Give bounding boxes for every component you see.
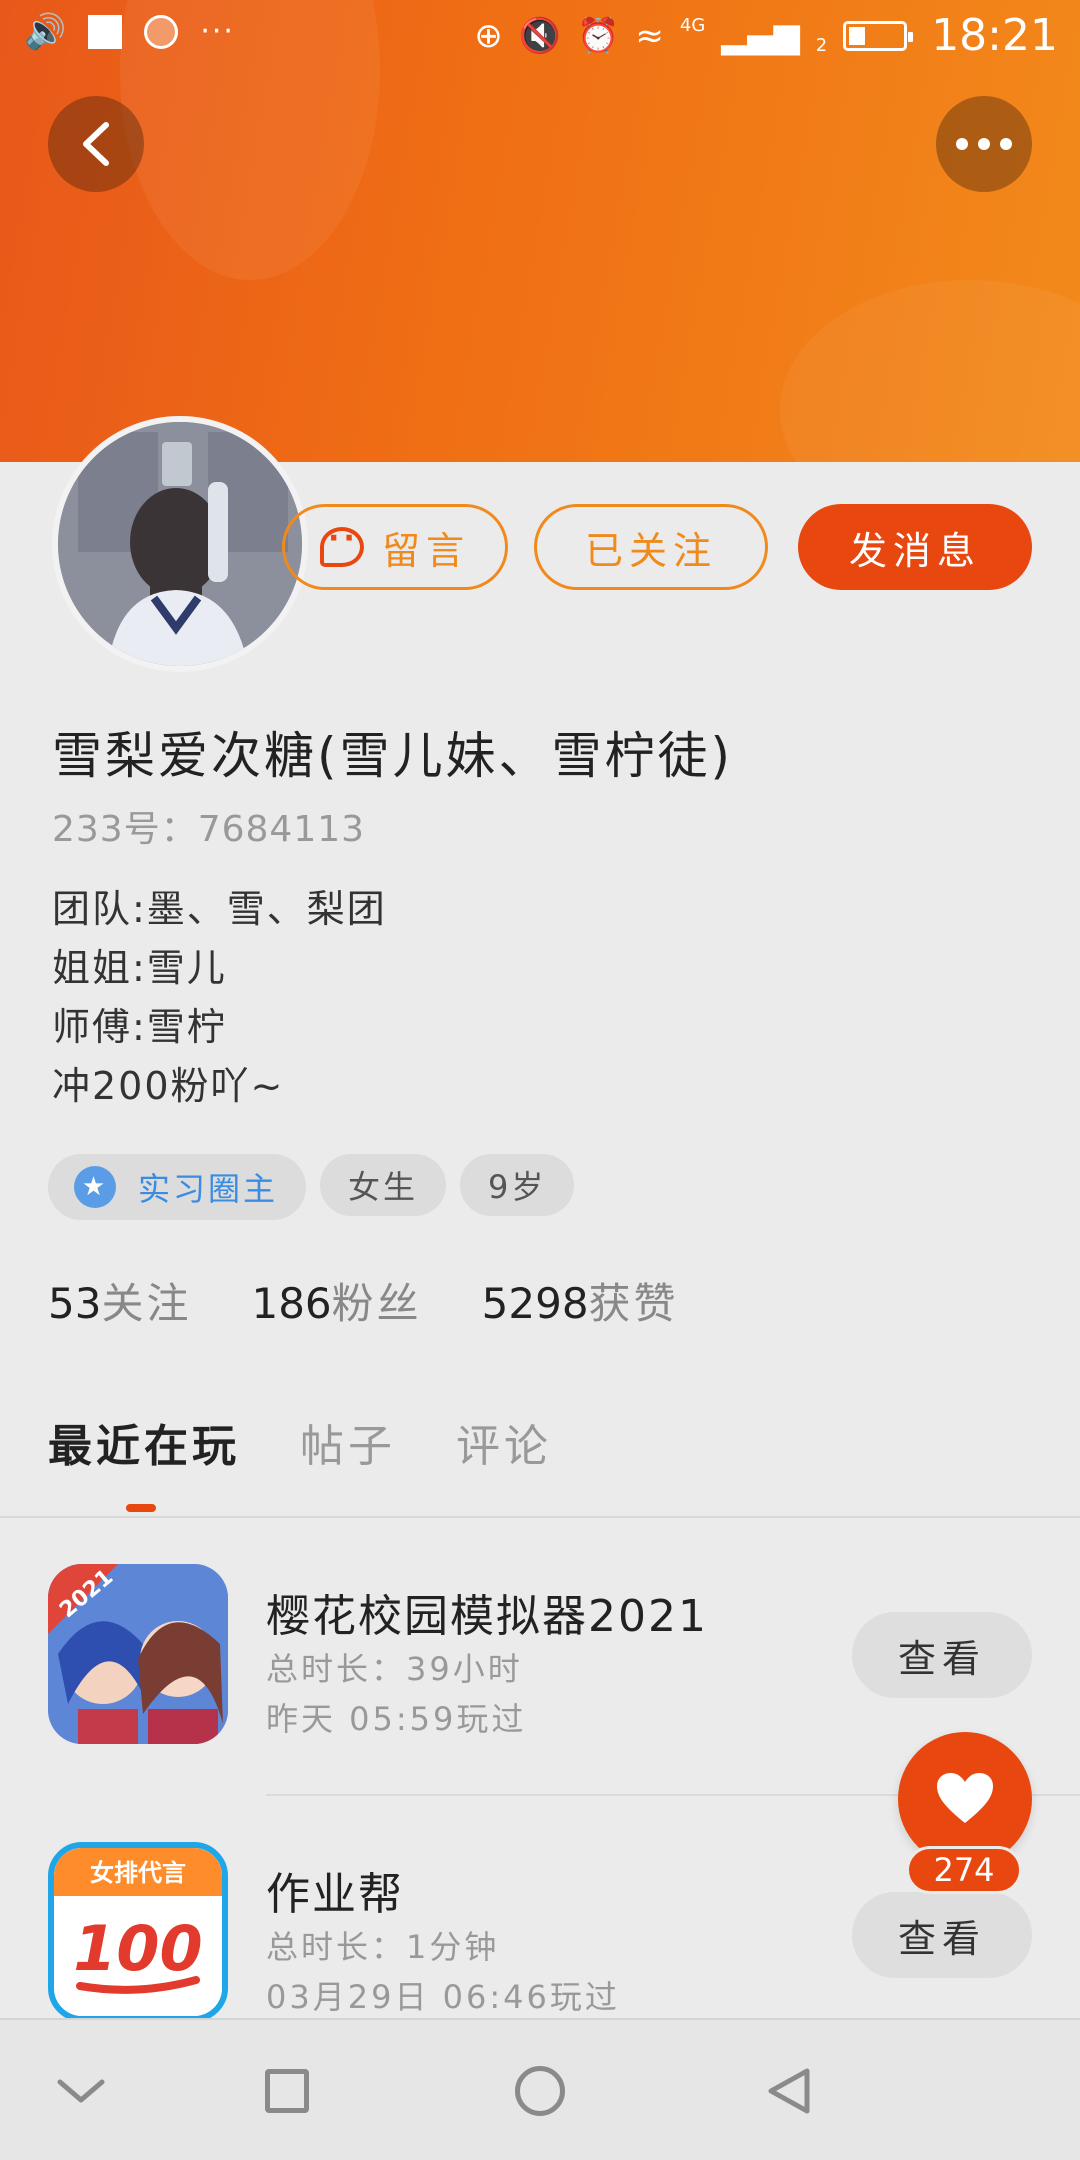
bio: 团队:墨、雪、梨团 姐姐:雪儿 师傅:雪柠 冲200粉吖~ [52,880,387,1116]
comment-icon [319,521,364,567]
square-icon [265,2069,309,2113]
fans-stat[interactable]: 186粉丝 [251,1270,421,1331]
avatar-image [58,422,302,666]
fans-count: 186 [251,1279,332,1328]
active-tab-indicator [126,1504,156,1512]
data-saver-icon: ⊕ [474,15,503,56]
game-title[interactable]: 作业帮 [266,1858,404,1922]
send-message-label: 发消息 [848,528,981,573]
alarm-icon: ⏰ [577,15,620,56]
profile-tags: ★ 实习圈主 女生 9岁 [48,1154,575,1220]
view-game-button[interactable]: 查看 [852,1892,1032,1978]
likes-count: 5298 [481,1279,589,1328]
search-notification-icon [144,14,179,49]
wifi-icon: ≈ [635,15,664,56]
comment-button[interactable]: 留言 [282,504,508,590]
send-message-button[interactable]: 发消息 [798,504,1032,590]
view-button-label: 查看 [897,1916,986,1961]
bio-line: 冲200粉吖~ [52,1064,285,1108]
heart-icon [937,1773,993,1823]
tab-recently-played[interactable]: 最近在玩 [48,1410,240,1474]
role-tag[interactable]: ★ 实习圈主 [48,1154,307,1220]
more-dots-icon [956,138,1012,150]
volume-icon: 🔊 [24,11,67,52]
game-icon[interactable]: 2021 [48,1564,228,1744]
profile-stats: 53关注 186粉丝 5298获赞 [48,1270,679,1331]
following-stat[interactable]: 53关注 [48,1270,191,1331]
game-icon-banner: 女排代言 [90,1859,186,1887]
game-last-played: 昨天 05:59玩过 [266,1700,527,1738]
following-count: 53 [48,1279,102,1328]
role-tag-label: 实习圈主 [138,1170,279,1208]
nav-hide-button[interactable] [46,2056,116,2126]
view-game-button[interactable]: 查看 [852,1612,1032,1698]
followed-button-label: 已关注 [584,528,717,573]
bio-line: 姐姐:雪儿 [52,946,227,990]
tabs-divider [0,1516,1080,1518]
followed-button[interactable]: 已关注 [534,504,768,590]
likes-label: 获赞 [588,1279,679,1328]
signal-icon: ▂▄▆ [721,15,800,56]
username: 雪梨爱次糖(雪儿妹、雪柠徒) [52,727,734,785]
like-count-badge: 274 [906,1846,1022,1894]
game-total-time: 总时长：39小时 [266,1650,523,1688]
fans-label: 粉丝 [331,1279,422,1328]
nav-home-button[interactable] [505,2056,575,2126]
likes-stat[interactable]: 5298获赞 [482,1270,679,1331]
profile-tabs: 最近在玩 帖子 评论 [48,1410,552,1474]
status-overflow: ··· [200,14,235,49]
tab-comments[interactable]: 评论 [456,1410,552,1474]
game-total-time: 总时长：1分钟 [266,1928,500,1966]
sakura-game-artwork: 2021 [48,1564,228,1744]
gender-tag: 女生 [320,1154,447,1216]
chevron-left-icon [83,122,109,166]
avatar[interactable] [52,416,308,672]
circle-icon [515,2066,565,2116]
tab-posts[interactable]: 帖子 [300,1410,396,1474]
sim-slot: 2 [815,35,828,56]
back-button[interactable] [48,96,144,192]
nav-back-button[interactable] [754,2056,824,2126]
user-id: 233号：7684113 [52,809,366,850]
more-button[interactable] [936,96,1032,192]
status-time: 18:21 [931,10,1058,61]
bio-line: 团队:墨、雪、梨团 [52,887,387,931]
notification-square-icon [88,14,123,49]
game-last-played: 03月29日 06:46玩过 [266,1978,620,2016]
game-icon-number: 100 [73,1912,202,1985]
view-button-label: 查看 [897,1636,986,1681]
bio-line: 师傅:雪柠 [52,1005,227,1049]
comment-button-label: 留言 [381,528,470,573]
status-bar: 🔊 ··· ⊕ 🔇 ⏰ ≈ 4G ▂▄▆ 2 18:21 [0,0,1080,72]
zuoyebang-artwork: 女排代言 100 [54,1848,222,2016]
banner-decoration [780,280,1080,462]
battery-icon [843,20,914,51]
network-type: 4G [679,15,706,36]
system-nav-bar [0,2018,1080,2160]
game-icon[interactable]: 女排代言 100 [48,1842,228,2022]
mute-icon: 🔇 [518,15,562,56]
chevron-down-icon [57,2079,105,2103]
star-badge-icon: ★ [74,1166,116,1208]
following-label: 关注 [101,1279,192,1328]
nav-recents-button[interactable] [252,2056,322,2126]
triangle-back-icon [768,2068,810,2114]
age-tag: 9岁 [460,1154,575,1216]
game-title[interactable]: 樱花校园模拟器2021 [266,1580,708,1644]
